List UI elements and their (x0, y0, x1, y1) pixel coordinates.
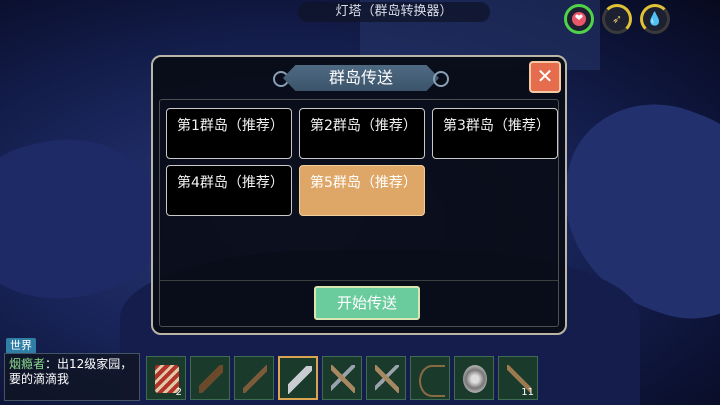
dialog-title: 群岛传送 (283, 65, 439, 91)
location-title: 灯塔（群岛转换器） (298, 2, 490, 22)
island-option-1[interactable]: 第1群岛（推荐） (166, 108, 292, 159)
disc-icon (463, 365, 487, 393)
island-option-5[interactable]: 第5群岛（推荐） (299, 165, 425, 216)
thirst-icon[interactable]: 💧 (640, 4, 670, 34)
island-option-3[interactable]: 第3群岛（推荐） (432, 108, 558, 159)
hotbar-slot[interactable] (190, 356, 230, 400)
island-teleport-dialog: 群岛传送 ✕ 第1群岛（推荐） 第2群岛（推荐） 第3群岛（推荐） 第4群岛（推… (151, 55, 567, 335)
item-count: 11 (521, 387, 534, 398)
chat-tab-world[interactable]: 世界 (6, 338, 36, 354)
hotbar-slot[interactable] (410, 356, 450, 400)
hotbar-slot[interactable] (366, 356, 406, 400)
hotbar-slot[interactable]: 2 (146, 356, 186, 400)
hotbar-slot[interactable] (234, 356, 274, 400)
divider (160, 280, 558, 281)
hotbar: 2 11 (146, 356, 538, 400)
dialog-title-banner: 群岛传送 (273, 65, 449, 91)
battle-axe-icon (331, 365, 355, 393)
island-list-panel: 第1群岛（推荐） 第2群岛（推荐） 第3群岛（推荐） 第4群岛（推荐） 第5群岛… (159, 99, 559, 327)
island-option-4[interactable]: 第4群岛（推荐） (166, 165, 292, 216)
ornament-icon (433, 71, 449, 87)
health-icon[interactable]: ❤ (564, 4, 594, 34)
hotbar-slot[interactable] (322, 356, 362, 400)
item-count: 2 (175, 387, 182, 398)
blade-icon (288, 366, 312, 394)
island-option-2[interactable]: 第2群岛（推荐） (299, 108, 425, 159)
status-bar: ❤ ➶ 💧 (564, 4, 670, 34)
pickaxe-icon (375, 365, 399, 393)
hotbar-slot[interactable] (454, 356, 494, 400)
stone-axe-icon (243, 365, 267, 393)
bow-icon (419, 365, 445, 397)
wooden-club-icon (199, 365, 223, 393)
hotbar-slot-selected[interactable] (278, 356, 318, 400)
start-teleport-button[interactable]: 开始传送 (314, 286, 420, 320)
hunger-icon[interactable]: ➶ (602, 4, 632, 34)
chat-sender: 烟瘾者 (9, 357, 46, 371)
close-button[interactable]: ✕ (529, 61, 561, 93)
chat-box[interactable]: 烟瘾者：出12级家园，要的滴滴我 (4, 353, 140, 401)
hotbar-slot[interactable]: 11 (498, 356, 538, 400)
